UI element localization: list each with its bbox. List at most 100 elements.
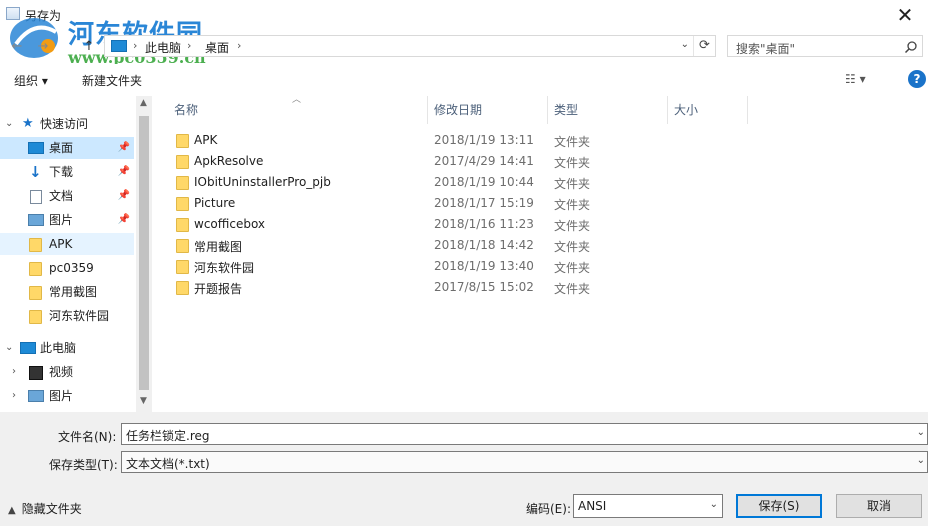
file-row[interactable]: wcofficebox 2018/1/16 11:23 文件夹: [170, 214, 600, 235]
forward-button[interactable]: →: [34, 38, 52, 56]
column-header-name[interactable]: 名称: [166, 96, 428, 124]
title-bar: 另存为 ✕: [0, 0, 928, 32]
file-row[interactable]: 开题报告 2017/8/15 15:02 文件夹: [170, 277, 600, 298]
hide-folders-toggle[interactable]: ▲ 隐藏文件夹: [8, 500, 82, 517]
address-bar[interactable]: › 此电脑 › 桌面 › ⌄ ⟳: [104, 35, 716, 57]
sidebar-item-label: 视频: [49, 365, 74, 379]
folder-icon: [176, 218, 189, 232]
search-input[interactable]: 搜索"桌面": [727, 35, 923, 57]
up-button[interactable]: ↑: [80, 38, 98, 56]
sidebar-item-pictures-pc[interactable]: › 图片: [0, 385, 134, 407]
folder-icon: [29, 286, 42, 300]
breadcrumb-separator[interactable]: ›: [133, 39, 137, 52]
sidebar-item-downloads[interactable]: ↓ 下载 📌: [0, 161, 134, 183]
sidebar-item-label: pc0359: [49, 261, 94, 275]
folder-icon: [29, 262, 42, 276]
refresh-button[interactable]: ⟳: [693, 36, 715, 56]
chevron-down-icon[interactable]: ⌄: [710, 499, 718, 510]
navigation-scrollbar[interactable]: ▲ ▼: [136, 96, 152, 412]
breadcrumb-this-pc[interactable]: 此电脑: [145, 39, 181, 56]
chevron-down-icon[interactable]: ⌄: [5, 337, 13, 359]
chevron-down-icon[interactable]: ⌄: [5, 113, 13, 135]
pin-icon[interactable]: 📌: [118, 209, 130, 231]
filename-value[interactable]: 任务栏锁定.reg: [126, 427, 210, 444]
file-row[interactable]: IObitUninstallerPro_pjb 2018/1/19 10:44 …: [170, 172, 600, 193]
chevron-right-icon[interactable]: ›: [12, 361, 16, 383]
folder-icon: [176, 260, 189, 274]
sidebar-item-label: 文档: [49, 189, 74, 203]
search-placeholder: 搜索"桌面": [736, 42, 796, 56]
notepad-icon: [6, 7, 20, 20]
column-header-modified[interactable]: 修改日期: [426, 96, 548, 124]
folder-icon: [176, 155, 189, 169]
star-icon: ★: [22, 116, 34, 131]
sidebar-item-quick-access[interactable]: ⌄ ★ 快速访问: [0, 113, 134, 135]
cancel-button[interactable]: 取消: [836, 494, 922, 518]
file-name: ApkResolve: [194, 154, 264, 168]
sidebar-item-hedong[interactable]: 河东软件园: [0, 305, 134, 327]
folder-icon: [176, 134, 189, 148]
chevron-right-icon[interactable]: ›: [12, 385, 16, 407]
folder-icon: [176, 176, 189, 190]
sidebar-item-pictures[interactable]: 图片 📌: [0, 209, 134, 231]
file-type: 文件夹: [554, 219, 591, 233]
file-row[interactable]: APK 2018/1/19 13:11 文件夹: [170, 130, 600, 151]
address-history-dropdown[interactable]: ⌄: [681, 39, 689, 50]
close-button[interactable]: ✕: [882, 0, 928, 32]
file-modified: 2018/1/16 11:23: [434, 217, 534, 231]
save-button[interactable]: 保存(S): [736, 494, 822, 518]
breadcrumb-desktop[interactable]: 桌面: [205, 39, 229, 56]
new-folder-button[interactable]: 新建文件夹: [82, 72, 142, 89]
file-name: Picture: [194, 196, 236, 210]
file-type: 文件夹: [554, 177, 591, 191]
file-row[interactable]: Picture 2018/1/17 15:19 文件夹: [170, 193, 600, 214]
breadcrumb-separator[interactable]: ›: [187, 39, 191, 52]
filetype-value: 文本文档(*.txt): [126, 457, 210, 471]
filename-field[interactable]: 任务栏锁定.reg ⌄: [121, 423, 928, 445]
file-row[interactable]: 常用截图 2018/1/18 14:42 文件夹: [170, 235, 600, 256]
sidebar-item-pc0359[interactable]: pc0359: [0, 257, 134, 279]
sidebar-item-label: 此电脑: [40, 341, 77, 355]
view-options-button[interactable]: ☷ ▾: [845, 72, 866, 86]
picture-icon: [28, 390, 44, 402]
folder-icon: [176, 239, 189, 253]
scroll-down-icon[interactable]: ▼: [140, 396, 147, 406]
filename-label: 文件名(N):: [58, 430, 117, 444]
column-header-type[interactable]: 类型: [546, 96, 668, 124]
file-modified: 2018/1/18 14:42: [434, 238, 534, 252]
column-header-size[interactable]: 大小: [666, 96, 748, 124]
back-button[interactable]: ←: [8, 38, 26, 56]
filetype-select[interactable]: 文本文档(*.txt) ⌄: [121, 451, 928, 473]
help-button[interactable]: ?: [908, 70, 926, 88]
sidebar-item-this-pc[interactable]: ⌄ 此电脑: [0, 337, 134, 359]
sidebar-item-screenshots[interactable]: 常用截图: [0, 281, 134, 303]
hide-folders-label: 隐藏文件夹: [21, 502, 82, 516]
chevron-up-icon: ▲: [8, 505, 16, 516]
sidebar-item-documents[interactable]: 文档 📌: [0, 185, 134, 207]
chevron-down-icon[interactable]: ⌄: [917, 427, 925, 438]
file-row[interactable]: ApkResolve 2017/4/29 14:41 文件夹: [170, 151, 600, 172]
chevron-down-icon[interactable]: ⌄: [917, 455, 925, 466]
pin-icon[interactable]: 📌: [118, 161, 130, 183]
file-modified: 2017/4/29 14:41: [434, 154, 534, 168]
file-type: 文件夹: [554, 282, 591, 296]
breadcrumb-separator[interactable]: ›: [237, 39, 241, 52]
scroll-up-icon[interactable]: ▲: [140, 98, 147, 108]
search-icon: [904, 41, 917, 54]
pin-icon[interactable]: 📌: [118, 137, 130, 159]
file-row[interactable]: 河东软件园 2018/1/19 13:40 文件夹: [170, 256, 600, 277]
file-name: 常用截图: [194, 240, 243, 254]
folder-icon: [176, 197, 189, 211]
filetype-label: 保存类型(T):: [49, 458, 118, 472]
file-modified: 2018/1/19 13:11: [434, 133, 534, 147]
toolbar: 组织 ▾ 新建文件夹 ☷ ▾ ?: [0, 64, 928, 94]
sidebar-item-videos[interactable]: › 视频: [0, 361, 134, 383]
computer-icon: [111, 40, 127, 52]
encoding-select[interactable]: ANSI ⌄: [573, 494, 723, 518]
sidebar-item-apk[interactable]: APK: [0, 233, 134, 255]
scrollbar-thumb[interactable]: [139, 116, 149, 390]
organize-menu[interactable]: 组织 ▾: [14, 72, 48, 89]
file-type: 文件夹: [554, 135, 591, 149]
pin-icon[interactable]: 📌: [118, 185, 130, 207]
sidebar-item-desktop[interactable]: 桌面 📌: [0, 137, 134, 159]
